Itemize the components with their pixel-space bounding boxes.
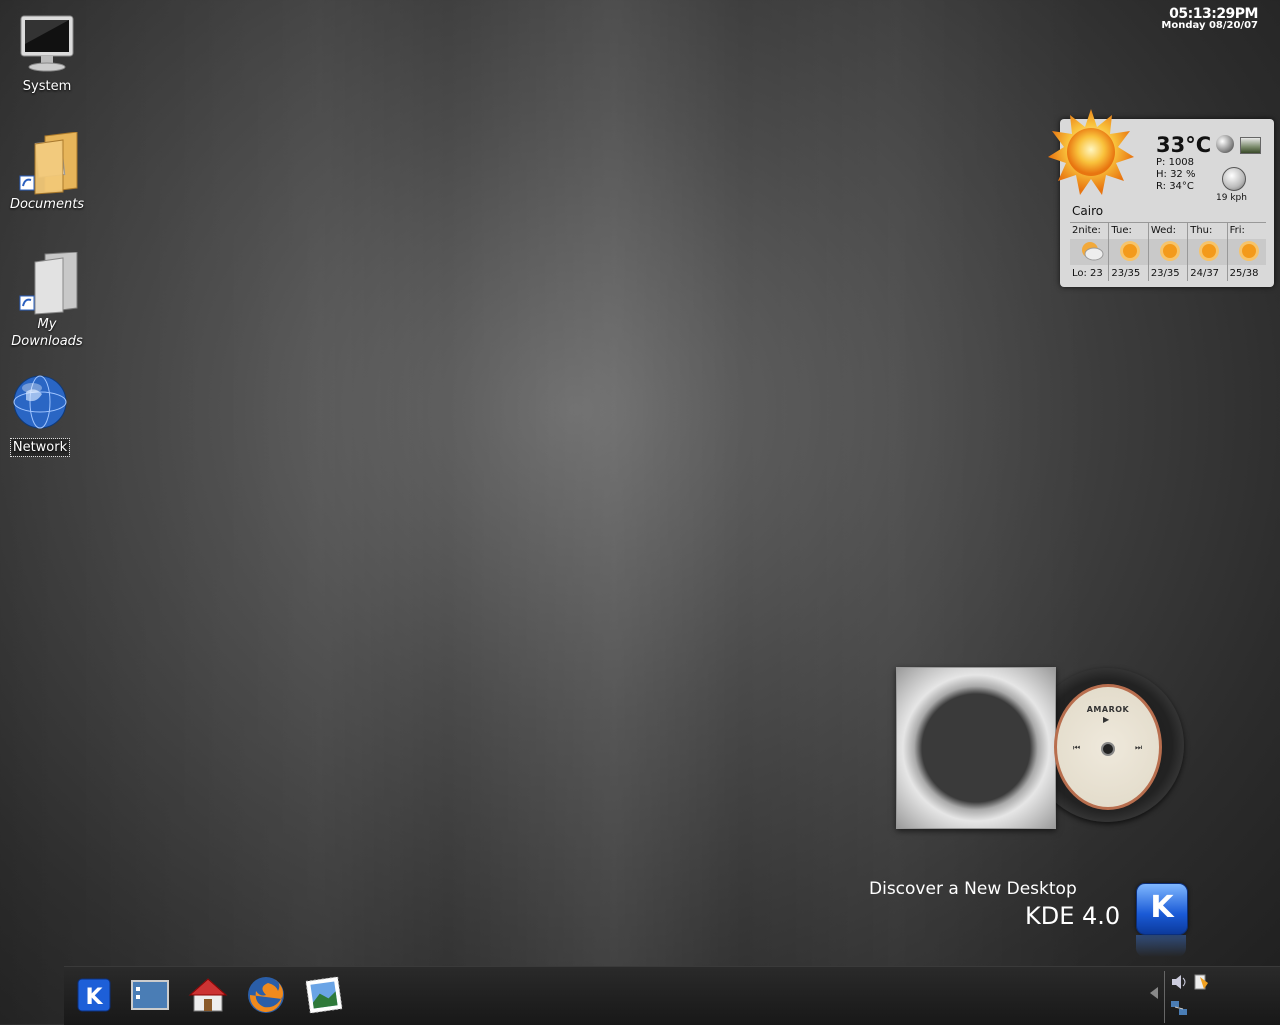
desktop-icon-documents[interactable]: Documents xyxy=(7,131,87,213)
firefox-icon xyxy=(248,977,284,1013)
record-spindle xyxy=(1101,742,1115,756)
forecast-temp: Lo: 23 xyxy=(1072,268,1103,279)
forecast-day-name: 2nite: xyxy=(1072,225,1101,236)
album-cover[interactable] xyxy=(896,667,1056,829)
downloads-folder-icon xyxy=(19,251,78,316)
documents-folder-icon xyxy=(19,131,78,196)
forecast-day: Thu: 24/37 xyxy=(1188,223,1228,281)
weather-stats: P: 1008 H: 32 % R: 34°C xyxy=(1156,157,1195,193)
home-icon xyxy=(188,978,228,1012)
desktop-window-icon xyxy=(131,980,169,1010)
desktop-icon-system[interactable]: System xyxy=(7,14,87,95)
weather-forecast: 2nite: Lo: 23 Tue: 23/35 Wed: 23/35 Thu: xyxy=(1070,222,1267,281)
previous-track-icon[interactable]: ⏮ xyxy=(1073,743,1080,753)
amarok-player-widget: AMAROK ▶ ⏮ ⏭ xyxy=(1054,684,1162,810)
forecast-temp: 24/37 xyxy=(1190,268,1220,279)
kde-logo-icon: K xyxy=(77,978,111,1012)
sun-icon xyxy=(1238,240,1260,262)
forecast-day: Tue: 23/35 xyxy=(1109,223,1149,281)
network-status-icon[interactable] xyxy=(1170,999,1188,1017)
globe-icon xyxy=(12,374,68,430)
forecast-day-name: Thu: xyxy=(1190,225,1213,236)
monitor-icon xyxy=(19,14,75,78)
weather-pressure: P: 1008 xyxy=(1156,157,1195,168)
forecast-day-name: Fri: xyxy=(1229,225,1245,236)
amarok-title: AMAROK xyxy=(1086,705,1130,714)
globe-icon[interactable] xyxy=(1216,135,1234,153)
show-desktop-button[interactable] xyxy=(130,975,170,1015)
cloudy-moon-icon xyxy=(1080,240,1104,262)
svg-text:K: K xyxy=(85,985,103,1010)
forecast-day-name: Wed: xyxy=(1150,225,1176,236)
promo-tagline: Discover a New Desktop xyxy=(869,879,1077,899)
clock-widget[interactable]: 05:13:29PM Monday 08/20/07 xyxy=(1161,7,1258,31)
kde-menu-button[interactable]: K xyxy=(74,975,114,1015)
image-stamp-icon xyxy=(305,976,343,1014)
weather-wind: 19 kph xyxy=(1216,193,1247,203)
firefox-button[interactable] xyxy=(246,975,286,1015)
desktop-icon-network[interactable]: Network xyxy=(0,374,80,457)
weather-city: Cairo xyxy=(1072,204,1104,218)
weather-temperature: 33°C xyxy=(1156,133,1212,157)
image-viewer-button[interactable] xyxy=(304,975,344,1015)
desktop-icon-label: Documents xyxy=(9,197,85,212)
clock-date: Monday 08/20/07 xyxy=(1161,20,1258,31)
sun-icon xyxy=(1046,107,1136,197)
taskbar: K xyxy=(64,966,1280,1025)
forecast-day: Wed: 23/35 xyxy=(1148,223,1189,281)
forecast-temp: 23/35 xyxy=(1111,268,1141,279)
desktop-icon-label: Network xyxy=(9,438,71,457)
sun-icon xyxy=(1119,240,1141,262)
desktop-icon-label: System xyxy=(22,79,72,94)
kde-logo-reflection xyxy=(1136,935,1186,957)
forecast-temp: 23/35 xyxy=(1150,268,1180,279)
volume-icon[interactable] xyxy=(1170,973,1188,991)
desktop-icon-label: My Downloads xyxy=(11,317,83,349)
tray-separator xyxy=(1164,971,1165,1023)
weather-humidity: H: 32 % xyxy=(1156,169,1196,180)
home-button[interactable] xyxy=(188,975,228,1015)
weather-widget[interactable]: 33°C P: 1008 H: 32 % R: 34°C 19 kph Cair… xyxy=(1048,109,1274,287)
sun-icon xyxy=(1198,240,1220,262)
sun-icon xyxy=(1159,240,1181,262)
promo-product: KDE 4.0 xyxy=(1025,902,1121,930)
next-track-icon[interactable]: ⏭ xyxy=(1135,743,1142,753)
landscape-icon[interactable] xyxy=(1240,137,1261,154)
desktop-icon-my-downloads[interactable]: My Downloads xyxy=(7,251,87,350)
clipboard-icon[interactable] xyxy=(1192,973,1210,991)
forecast-temp: 25/38 xyxy=(1229,268,1259,279)
tray-expand-arrow-icon[interactable] xyxy=(1150,987,1158,999)
forecast-day: 2nite: Lo: 23 xyxy=(1070,223,1110,281)
clock-time: 05:13:29PM xyxy=(1169,6,1258,22)
kde-logo-icon: K xyxy=(1136,883,1188,935)
forecast-day: Fri: 25/38 xyxy=(1227,223,1267,281)
weather-realfeel: R: 34°C xyxy=(1156,181,1194,192)
play-icon[interactable]: ▶ xyxy=(1103,715,1109,724)
wind-compass-icon xyxy=(1222,167,1246,191)
forecast-day-name: Tue: xyxy=(1111,225,1132,236)
